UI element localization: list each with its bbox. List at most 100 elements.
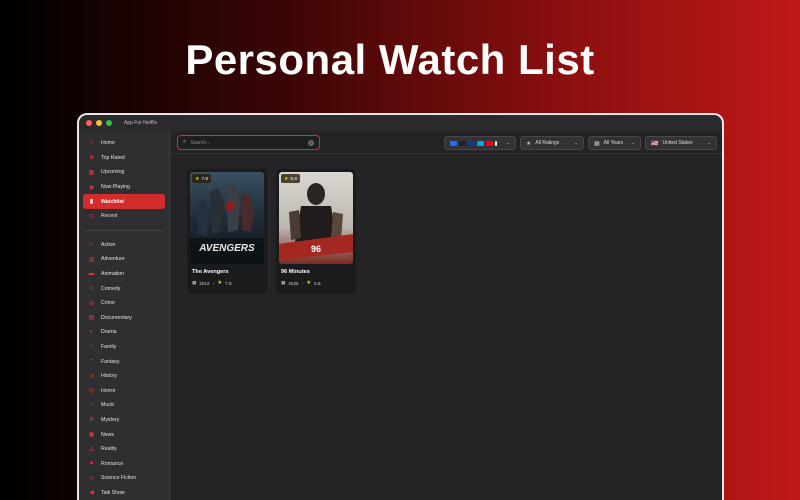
- sidebar-item-history[interactable]: ↺ History: [83, 369, 165, 384]
- sidebar-item-label: Now Playing: [101, 184, 130, 191]
- us-flag-icon: 🇺🇸: [651, 140, 659, 147]
- sidebar-item-now-playing[interactable]: ◉ Now Playing: [83, 180, 165, 195]
- movie-year: 2012: [199, 280, 210, 286]
- movie-title: 96 Minutes: [281, 269, 310, 275]
- movie-poster: AVENGERS: [190, 172, 264, 264]
- separator-dot: •: [212, 280, 215, 286]
- play-icon: ◉: [88, 184, 95, 191]
- sidebar-divider: [85, 229, 163, 231]
- sidebar-item-animation[interactable]: ▬ Animation: [83, 267, 165, 282]
- sidebar-item-home[interactable]: ⌂ Home: [83, 136, 165, 151]
- movie-title: The Avengers: [192, 269, 229, 275]
- page-headline: Personal Watch List: [185, 36, 595, 83]
- bookmark-icon: ▮: [89, 199, 94, 206]
- movie-meta: ▦ 2012 • ★ 7.9: [192, 280, 232, 286]
- sidebar-item-label: News: [101, 431, 114, 438]
- chevron-down-icon: ⌄: [706, 140, 711, 146]
- search-field[interactable]: ⌕ Search... ×: [177, 135, 320, 150]
- streaming-provider-filter[interactable]: ⌄: [444, 136, 516, 150]
- sidebar-item-watchlist[interactable]: ▮ Watchlist: [83, 194, 165, 209]
- sidebar-item-label: Music: [101, 402, 115, 409]
- sidebar-item-label: Recent: [101, 213, 118, 220]
- sidebar-item-horror[interactable]: ◎ Horror: [83, 384, 165, 399]
- app-title: App For Netflix: [124, 120, 158, 126]
- news-icon: ▣: [88, 432, 95, 439]
- sidebar-item-label: Upcoming: [101, 169, 125, 176]
- country-filter-label: United States: [662, 140, 693, 146]
- app-window: App For Netflix ⌂ Home ★ Top Rated ▦ Upcomi…: [77, 113, 724, 500]
- search-input[interactable]: Search...: [190, 140, 210, 146]
- sidebar-item-science-fiction[interactable]: ⚛ Science Fiction: [83, 471, 165, 486]
- svg-text:96: 96: [311, 244, 321, 254]
- sidebar-item-label: Animation: [101, 271, 125, 278]
- sidebar-item-label: Crime: [101, 300, 115, 307]
- years-filter[interactable]: ▦ All Years ⌄: [588, 136, 641, 150]
- sidebar-item-crime[interactable]: ⊘ Crime: [83, 296, 165, 311]
- rating-badge-value: 5.8: [290, 176, 297, 181]
- 96-minutes-poster-image: 96: [279, 172, 353, 264]
- sidebar-item-action[interactable]: ♨ Action: [83, 238, 165, 253]
- provider-logo-icon: [468, 140, 475, 146]
- heart-icon: ♥: [89, 460, 94, 467]
- clear-search-icon[interactable]: ×: [308, 139, 314, 146]
- sidebar-item-recent[interactable]: ◷ Recent: [83, 209, 165, 224]
- star-icon: ★: [526, 140, 532, 147]
- music-note-icon: ♪: [90, 402, 93, 409]
- wand-icon: ⚚: [88, 359, 95, 366]
- sidebar-item-music[interactable]: ♪ Music: [83, 398, 165, 413]
- search-icon: ⌕: [183, 139, 187, 145]
- zoom-window-button[interactable]: [106, 120, 112, 126]
- separator-dot: •: [301, 280, 304, 286]
- avengers-poster-image: AVENGERS: [190, 172, 264, 264]
- sidebar-item-label: Romance: [101, 460, 124, 467]
- family-icon: ♁: [89, 344, 94, 351]
- sidebar-item-label: Reality: [101, 446, 117, 453]
- sidebar-item-mystery[interactable]: ✲ Mystery: [83, 413, 165, 428]
- sidebar-item-label: Top Rated: [101, 154, 125, 161]
- rating-badge: ★ 5.8: [281, 174, 300, 183]
- mystery-icon: ✲: [88, 417, 95, 424]
- megaphone-icon: ◀: [89, 490, 94, 497]
- sidebar-item-top-rated[interactable]: ★ Top Rated: [83, 151, 165, 166]
- sidebar-item-comedy[interactable]: ☺ Comedy: [83, 281, 165, 296]
- smile-icon: ☺: [88, 285, 95, 292]
- sidebar-item-documentary[interactable]: ▤ Documentary: [83, 311, 165, 326]
- sidebar-item-family[interactable]: ♁ Family: [83, 340, 165, 355]
- provider-logo-icon: [486, 140, 493, 146]
- provider-logo-icon: [459, 140, 466, 146]
- map-icon: ▥: [88, 256, 95, 263]
- sidebar-item-label: Horror: [101, 387, 116, 394]
- calendar-icon: ▦: [594, 140, 600, 147]
- sidebar-item-adventure[interactable]: ▥ Adventure: [83, 252, 165, 267]
- eye-icon: ◎: [88, 388, 95, 395]
- provider-logo-icon: [477, 140, 484, 146]
- years-filter-label: All Years: [603, 140, 624, 146]
- sidebar-item-label: Family: [101, 344, 117, 351]
- minimize-window-button[interactable]: [96, 120, 102, 126]
- sidebar-item-label: History: [101, 373, 118, 380]
- country-filter[interactable]: 🇺🇸 United States ⌄: [645, 136, 717, 150]
- movie-card[interactable]: AVENGERS ★ 7.9 The Avengers ▦ 2012 • ★ 7.…: [187, 169, 267, 293]
- sidebar-item-upcoming[interactable]: ▦ Upcoming: [83, 165, 165, 180]
- movie-poster: 96: [279, 172, 353, 264]
- close-window-button[interactable]: [86, 120, 92, 126]
- star-icon: ★: [195, 175, 200, 182]
- sidebar: ⌂ Home ★ Top Rated ▦ Upcoming ◉ Now Playing …: [79, 131, 170, 500]
- calendar-icon: ▦: [281, 280, 286, 285]
- sidebar-item-talk-show[interactable]: ◀ Talk Show: [83, 486, 165, 500]
- rating-badge-value: 7.9: [201, 176, 208, 181]
- flame-icon: ♨: [88, 242, 95, 249]
- movie-card[interactable]: 96 ★ 5.8 96 Minutes ▦ 2025 • ★ 5.8: [276, 169, 356, 293]
- sidebar-item-reality[interactable]: ♙ Reality: [83, 442, 165, 457]
- rating-badge: ★ 7.9: [192, 174, 211, 183]
- sidebar-item-fantasy[interactable]: ⚚ Fantasy: [83, 354, 165, 369]
- history-icon: ↺: [88, 373, 95, 380]
- calendar-icon: ▦: [88, 169, 95, 176]
- sidebar-item-drama[interactable]: ◐ Drama: [83, 325, 165, 340]
- sidebar-item-label: Science Fiction: [101, 475, 137, 482]
- ratings-filter[interactable]: ★ All Ratings ⌄: [520, 136, 584, 150]
- title-bar: App For Netflix: [79, 115, 722, 131]
- sidebar-item-romance[interactable]: ♥ Romance: [83, 456, 165, 471]
- provider-logo-icon: [450, 140, 457, 146]
- sidebar-item-news[interactable]: ▣ News: [83, 427, 165, 442]
